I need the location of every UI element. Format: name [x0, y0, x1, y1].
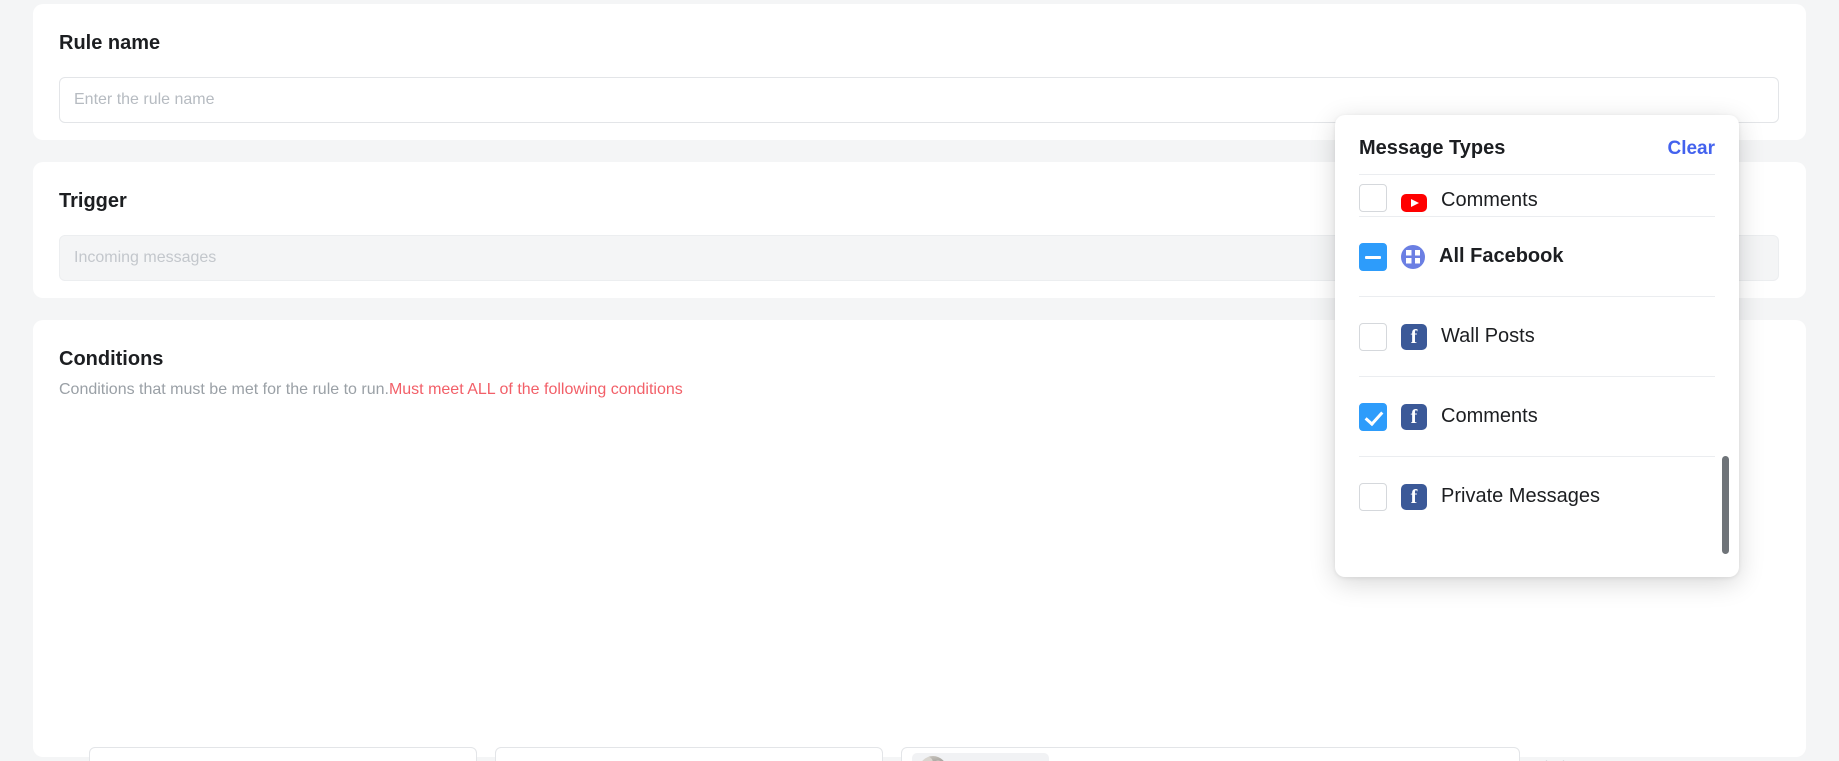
rule-name-card-inner: Rule name Enter the rule name	[33, 4, 1806, 123]
automation-rule-editor: Rule name Enter the rule name Trigger In…	[0, 0, 1839, 761]
option-label: Private Messages	[1441, 485, 1600, 507]
facebook-avatar-icon: f	[919, 756, 947, 761]
facebook-icon: f	[1401, 323, 1427, 350]
facebook-icon: f	[1401, 403, 1427, 430]
condition-operator-select[interactable]: is any of	[495, 747, 883, 761]
message-types-dropdown: Message Types Clear Comments All Faceboo…	[1335, 115, 1739, 577]
option-label: Wall Posts	[1441, 325, 1535, 347]
delete-condition-button[interactable]	[1542, 757, 1568, 761]
message-type-option-youtube-comments[interactable]: Comments	[1359, 174, 1715, 216]
clear-button[interactable]: Clear	[1667, 138, 1715, 160]
message-type-option-private-messages[interactable]: f Private Messages	[1359, 456, 1715, 536]
message-types-list: Comments All Facebook f Wall Posts f Com…	[1335, 174, 1739, 564]
youtube-icon	[1401, 194, 1427, 212]
option-label: Comments	[1441, 189, 1538, 211]
all-facebook-icon	[1401, 244, 1425, 269]
message-type-option-facebook-comments[interactable]: f Comments	[1359, 376, 1715, 456]
checkbox-unchecked-icon[interactable]	[1359, 184, 1387, 212]
message-types-header: Message Types Clear	[1335, 115, 1739, 174]
checkbox-unchecked-icon[interactable]	[1359, 482, 1387, 511]
checkbox-unchecked-icon[interactable]	[1359, 322, 1387, 351]
conditions-description-text: Conditions that must be met for the rule…	[59, 381, 389, 398]
message-type-option-wall-posts[interactable]: f Wall Posts	[1359, 296, 1715, 376]
checkbox-checked-icon[interactable]	[1359, 402, 1387, 431]
condition-row: channel is any of f 227 Test	[89, 747, 1568, 761]
message-type-option-all-facebook[interactable]: All Facebook	[1359, 216, 1715, 296]
option-label: Comments	[1441, 405, 1538, 427]
option-label: All Facebook	[1439, 245, 1564, 267]
dropdown-scrollbar-thumb[interactable]	[1722, 456, 1729, 554]
checkbox-indeterminate-icon[interactable]	[1359, 242, 1387, 271]
conditions-warning-text: Must meet ALL of the following condition…	[388, 381, 683, 398]
message-types-title: Message Types	[1359, 137, 1506, 159]
condition-value-multiselect[interactable]: f 227 Test	[901, 747, 1520, 761]
facebook-icon: f	[1401, 483, 1427, 510]
selected-channel-chip[interactable]: f 227 Test	[912, 753, 1050, 761]
condition-field-select[interactable]: channel	[89, 747, 477, 761]
rule-name-title: Rule name	[59, 32, 161, 54]
